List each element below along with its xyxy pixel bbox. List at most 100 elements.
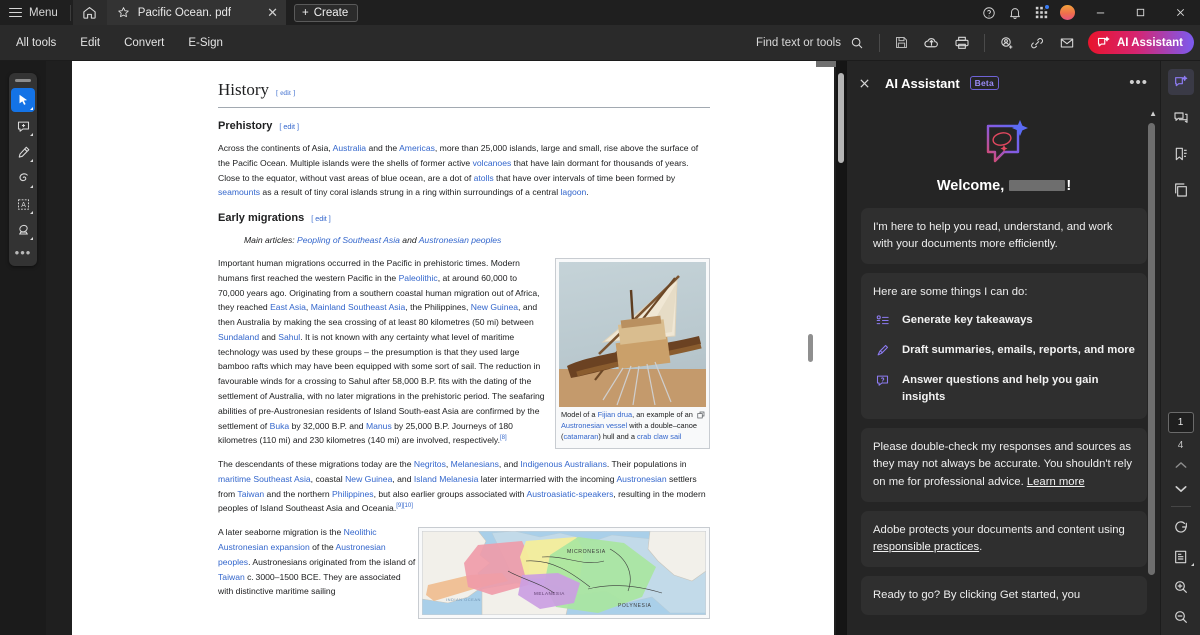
inline-link[interactable]: New Guinea (471, 302, 518, 312)
highlight-tool-button[interactable] (11, 140, 35, 164)
add-person-button[interactable] (992, 30, 1022, 56)
inline-link[interactable]: East Asia (270, 302, 306, 312)
menu-button[interactable]: Menu (0, 0, 68, 25)
find-text-or-tools[interactable]: Find text or tools (756, 36, 872, 50)
inline-link[interactable]: Fijian drua (598, 410, 633, 419)
inline-link[interactable]: lagoon (561, 187, 587, 197)
home-button[interactable] (73, 0, 107, 25)
figure-canoe[interactable]: Model of a Fijian drua, an example of an… (555, 258, 710, 449)
inline-link[interactable]: Paleolithic (399, 273, 438, 283)
overflow-menu-icon[interactable]: ••• (1129, 79, 1148, 87)
close-icon[interactable] (859, 78, 875, 89)
stamp-tool-button[interactable] (11, 218, 35, 242)
reference-superscript[interactable]: [8] (500, 435, 507, 441)
inline-link[interactable]: Philippines (332, 489, 374, 499)
account-avatar-button[interactable] (1054, 0, 1080, 25)
next-page-button[interactable] (1168, 479, 1194, 499)
capability-generate-key-takeaways[interactable]: Generate key takeaways (873, 312, 1135, 329)
capability-answer-questions[interactable]: Answer questions and help you gain insig… (873, 372, 1135, 406)
inline-link[interactable]: catamaran (563, 432, 598, 441)
inline-link[interactable]: Indigenous Australians (520, 459, 606, 469)
tool-options-caret-icon[interactable] (30, 159, 33, 162)
tool-options-caret-icon[interactable] (30, 211, 33, 214)
fit-page-button[interactable] (1168, 545, 1194, 569)
tab-all-tools[interactable]: All tools (4, 32, 68, 54)
tab-edit[interactable]: Edit (68, 32, 112, 54)
inline-link[interactable]: crab claw sail (637, 432, 681, 441)
comments-panel-icon[interactable] (1168, 105, 1194, 131)
fit-page-caret-icon[interactable] (1191, 563, 1194, 566)
apps-button[interactable] (1028, 0, 1054, 25)
figure-map[interactable]: MICRONESIA MELANESIA POLYNESIA INDIAN OC… (418, 527, 710, 619)
inline-link[interactable]: Austroasiatic-speakers (526, 489, 613, 499)
panel-resize-handle[interactable] (808, 334, 813, 362)
tool-options-caret-icon[interactable] (30, 133, 33, 136)
ai-panel-body[interactable]: Welcome, ! I'm here to help you read, un… (847, 105, 1161, 635)
zoom-out-button[interactable] (1168, 605, 1194, 629)
tool-options-caret-icon[interactable] (30, 185, 33, 188)
learn-more-link[interactable]: Learn more (1027, 476, 1085, 488)
inline-link[interactable]: Australia (333, 143, 366, 153)
document-scrollbar-thumb[interactable] (838, 73, 844, 163)
save-button[interactable] (887, 30, 917, 56)
inline-link[interactable]: Buka (270, 421, 290, 431)
responsible-practices-link[interactable]: responsible practices (873, 541, 979, 553)
previous-page-button[interactable] (1168, 455, 1194, 475)
inline-link[interactable]: volcanoes (473, 158, 512, 168)
inline-link[interactable]: seamounts (218, 187, 260, 197)
comment-tool-button[interactable] (11, 114, 35, 138)
inline-link[interactable]: Peopling of Southeast Asia (297, 235, 400, 245)
edit-link-prehistory[interactable]: [ edit ] (279, 121, 299, 133)
inline-link[interactable]: atolls (474, 173, 494, 183)
drag-handle[interactable] (15, 79, 31, 82)
capability-draft-summaries[interactable]: Draft summaries, emails, reports, and mo… (873, 342, 1135, 359)
document-viewport[interactable]: History [ edit ] Prehistory [ edit ] Acr… (46, 61, 846, 635)
inline-link[interactable]: Austronesian peoples (419, 235, 502, 245)
ai-assistant-button[interactable]: AI Assistant (1088, 31, 1194, 54)
edit-link-history[interactable]: [ edit ] (276, 87, 295, 99)
inline-link[interactable]: Negritos (414, 459, 446, 469)
inline-link[interactable]: Taiwan (218, 572, 245, 582)
bookmarks-panel-icon[interactable] (1168, 141, 1194, 167)
inline-link[interactable]: Island Melanesia (414, 474, 479, 484)
inline-link[interactable]: Austronesian vessel (561, 421, 627, 430)
draw-tool-button[interactable] (11, 166, 35, 190)
inline-link[interactable]: Mainland Southeast Asia (311, 302, 406, 312)
notifications-button[interactable] (1002, 0, 1028, 25)
tab-e-sign[interactable]: E-Sign (176, 32, 235, 54)
create-button[interactable]: + Create (294, 4, 358, 22)
search-icon[interactable] (850, 36, 864, 50)
tool-options-caret-icon[interactable] (30, 237, 33, 240)
star-icon[interactable] (117, 6, 130, 19)
inline-link[interactable]: Sahul (278, 332, 300, 342)
inline-link[interactable]: Melanesians (451, 459, 499, 469)
inline-link[interactable]: Americas (399, 143, 435, 153)
document-tab[interactable]: Pacific Ocean. pdf ✕ (107, 0, 286, 25)
help-button[interactable] (976, 0, 1002, 25)
upload-to-cloud-button[interactable] (917, 30, 947, 56)
minimize-button[interactable] (1080, 0, 1120, 25)
print-button[interactable] (947, 30, 977, 56)
ai-assistant-panel-icon[interactable] (1168, 69, 1194, 95)
current-page-input[interactable]: 1 (1168, 412, 1194, 433)
inline-link[interactable]: maritime Southeast Asia (218, 474, 311, 484)
maximize-button[interactable] (1120, 0, 1160, 25)
reference-superscript[interactable]: [9][10] (396, 504, 413, 510)
close-window-button[interactable] (1160, 0, 1200, 25)
tab-convert[interactable]: Convert (112, 32, 176, 54)
inline-link[interactable]: Taiwan (237, 489, 264, 499)
text-box-tool-button[interactable]: A (11, 192, 35, 216)
edit-link-early-migrations[interactable]: [ edit ] (311, 213, 331, 225)
rotate-page-button[interactable] (1168, 515, 1194, 539)
expand-image-icon[interactable] (697, 411, 705, 419)
share-link-button[interactable] (1022, 30, 1052, 56)
close-tab-icon[interactable]: ✕ (267, 6, 278, 19)
inline-link[interactable]: New Guinea (345, 474, 392, 484)
select-tool-button[interactable] (11, 88, 35, 112)
inline-link[interactable]: Manus (366, 421, 392, 431)
send-email-button[interactable] (1052, 30, 1082, 56)
inline-link[interactable]: Austronesian (616, 474, 666, 484)
zoom-in-button[interactable] (1168, 575, 1194, 599)
more-tools-button[interactable]: ••• (15, 244, 32, 260)
tool-options-caret-icon[interactable] (30, 107, 33, 110)
